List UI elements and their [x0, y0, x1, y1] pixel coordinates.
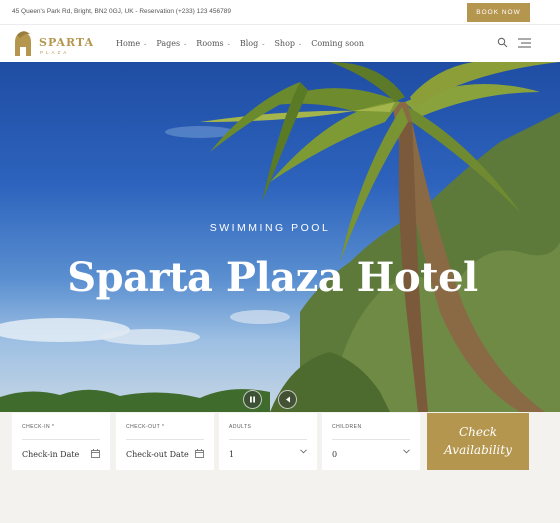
adults-value: 1 [229, 450, 235, 459]
main-header: SPARTA PLAZA Home ⌄ Pages ⌄ Rooms ⌄ Blog… [0, 25, 560, 62]
chevron-down-icon: ⌄ [143, 40, 148, 47]
nav-item-label: Rooms [196, 39, 224, 48]
chevron-down-icon [300, 449, 307, 454]
contact-info: 45 Queen's Park Rd, Bright, BN2 0GJ, UK … [12, 8, 231, 15]
checkout-field[interactable]: CHECK-OUT * Check-out Date [116, 413, 214, 470]
children-value: 0 [332, 450, 338, 459]
calendar-icon [91, 449, 100, 458]
nav-item-label: Coming soon [311, 39, 365, 48]
check-availability-button[interactable]: Check Availability [427, 413, 529, 470]
slider-prev-button[interactable] [278, 390, 297, 409]
chevron-down-icon: ⌄ [298, 40, 303, 47]
spartan-helmet-icon [15, 31, 31, 56]
nav-item-coming-soon[interactable]: Coming soon [311, 39, 364, 48]
search-icon[interactable] [497, 37, 508, 48]
divider [22, 439, 100, 440]
checkin-input[interactable]: Check-in Date [22, 450, 79, 459]
nav-item-rooms[interactable]: Rooms ⌄ [196, 39, 231, 48]
button-label-line1: Check [458, 425, 497, 439]
top-bar: 45 Queen's Park Rd, Bright, BN2 0GJ, UK … [0, 0, 560, 25]
nav-item-label: Home [116, 39, 141, 48]
nav-item-home[interactable]: Home ⌄ [116, 39, 147, 48]
adults-label: ADULTS [229, 424, 252, 430]
logo-name: SPARTA [39, 36, 95, 49]
nav-item-label: Pages [156, 39, 181, 48]
hamburger-menu-icon[interactable] [518, 38, 531, 48]
book-now-button[interactable]: BOOK NOW [467, 3, 530, 22]
hero-title: Sparta Plaza Hotel [67, 254, 478, 301]
chevron-down-icon [403, 449, 410, 454]
checkout-input[interactable]: Check-out Date [126, 450, 189, 459]
nav-item-label: Shop [274, 39, 296, 48]
hero-background-image [0, 62, 560, 412]
chevron-down-icon: ⌄ [261, 40, 266, 47]
checkin-label: CHECK-IN * [22, 424, 55, 430]
nav-item-label: Blog [239, 39, 259, 48]
calendar-icon [195, 449, 204, 458]
main-nav: Home ⌄ Pages ⌄ Rooms ⌄ Blog ⌄ Shop ⌄ Com… [116, 39, 373, 48]
divider [229, 439, 307, 440]
checkout-label: CHECK-OUT * [126, 424, 165, 430]
button-label-line2: Availability [444, 443, 512, 457]
booking-form: CHECK-IN * Check-in Date CHECK-OUT * Che… [0, 412, 560, 523]
logo-subtitle: PLAZA [40, 50, 70, 55]
hero-subtitle: SWIMMING POOL [209, 222, 331, 234]
children-select[interactable]: CHILDREN 0 [322, 413, 420, 470]
chevron-down-icon: ⌄ [226, 40, 231, 47]
hero-slider: SWIMMING POOL Sparta Plaza Hotel [0, 62, 560, 412]
nav-item-shop[interactable]: Shop ⌄ [274, 39, 302, 48]
checkin-field[interactable]: CHECK-IN * Check-in Date [12, 413, 110, 470]
children-label: CHILDREN [332, 424, 362, 430]
divider [332, 439, 410, 440]
nav-item-blog[interactable]: Blog ⌄ [240, 39, 266, 48]
divider [126, 439, 204, 440]
logo[interactable]: SPARTA PLAZA [12, 30, 95, 58]
nav-item-pages[interactable]: Pages ⌄ [156, 39, 187, 48]
chevron-down-icon: ⌄ [183, 40, 188, 47]
slider-pause-button[interactable] [243, 390, 262, 409]
pause-icon [250, 396, 255, 403]
arrow-left-icon [285, 396, 290, 403]
adults-select[interactable]: ADULTS 1 [219, 413, 317, 470]
